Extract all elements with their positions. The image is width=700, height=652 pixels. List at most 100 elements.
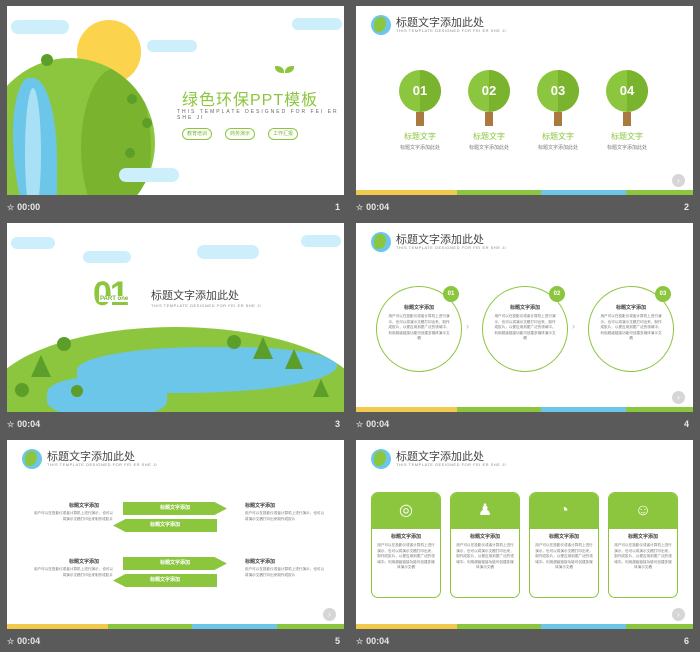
tree-trunk bbox=[416, 112, 424, 126]
card-desc: 用户可以在投影仪或者计算机上进行演示，也可以将演示文稿打印出来，制作成胶片，以便… bbox=[614, 543, 672, 569]
feature-card-3: ◔ 标题文字添加 用户可以在投影仪或者计算机上进行演示，也可以将演示文稿打印出来… bbox=[529, 492, 599, 598]
target-icon: ◎ bbox=[399, 502, 413, 519]
tree-item-1: 01 bbox=[399, 70, 441, 126]
cloud bbox=[147, 40, 197, 52]
section-title: 标题文字添加此处 bbox=[151, 290, 239, 302]
slide-header-subtitle: THIS TEMPLATE DESIGNED FOR FEI ER SHE JI bbox=[396, 245, 507, 250]
slide-meta: ☆ 00:04 4 bbox=[356, 419, 693, 433]
tree-icon bbox=[71, 385, 83, 397]
cloud bbox=[11, 20, 69, 34]
circle-item-1: 01 标题文字添加 用户可以在投影仪或者计算机上进行演示，也可以将演示文稿打印出… bbox=[376, 286, 462, 372]
tree-icon bbox=[125, 148, 135, 158]
circle-item-title: 标题文字添加 bbox=[509, 305, 540, 311]
next-slide-button[interactable]: › bbox=[672, 391, 685, 404]
tree-trunk bbox=[554, 112, 562, 126]
slide-thumbnail-5[interactable]: 标题文字添加此处 THIS TEMPLATE DESIGNED FOR FEI … bbox=[7, 440, 344, 652]
arrow-right-banner: 标题文字添加 bbox=[123, 502, 227, 515]
slide-6-canvas: 标题文字添加此处 THIS TEMPLATE DESIGNED FOR FEI … bbox=[356, 440, 693, 629]
item-title: 标题文字添加 bbox=[245, 559, 276, 565]
color-bar bbox=[356, 190, 693, 195]
tree-item-title: 标题文字 bbox=[542, 132, 574, 141]
next-slide-button[interactable]: › bbox=[672, 608, 685, 621]
circle-item-desc: 用户可以在投影仪或者计算机上进行演示，也可以将演示文稿打印出来，制作成胶片，以便… bbox=[600, 314, 662, 340]
feature-card-2: ♟ 标题文字添加 用户可以在投影仪或者计算机上进行演示，也可以将演示文稿打印出来… bbox=[450, 492, 520, 598]
arrow-right-banner: 标题文字添加 bbox=[123, 557, 227, 570]
tree-crown: 02 bbox=[468, 70, 510, 112]
slide-meta: ☆ 00:04 5 bbox=[7, 636, 344, 650]
next-slide-button[interactable]: › bbox=[672, 174, 685, 187]
transition-time: ☆ 00:04 bbox=[7, 636, 41, 646]
section-part-label: PART one bbox=[99, 296, 130, 302]
tree-icon bbox=[41, 54, 53, 66]
tree-item-2: 02 bbox=[468, 70, 510, 126]
presentation-title: 绿色环保PPT模板 bbox=[182, 92, 319, 109]
item-number-badge: 02 bbox=[549, 286, 565, 302]
slide-number: 4 bbox=[683, 419, 689, 429]
slide-number: 5 bbox=[334, 636, 340, 646]
pine-tree-icon bbox=[313, 379, 329, 397]
slide-thumbnail-4[interactable]: 标题文字添加此处 THIS TEMPLATE DESIGNED FOR FEI … bbox=[356, 223, 693, 435]
arrow-left-banner: 标题文字添加 bbox=[113, 519, 217, 532]
tree-item-title: 标题文字 bbox=[611, 132, 643, 141]
card-desc: 用户可以在投影仪或者计算机上进行演示，也可以将演示文稿打印出来，制作成胶片，以便… bbox=[535, 543, 593, 569]
cloud bbox=[83, 251, 131, 263]
card-title: 标题文字添加 bbox=[469, 534, 500, 540]
feature-card-1: ◎ 标题文字添加 用户可以在投影仪或者计算机上进行演示，也可以将演示文稿打印出来… bbox=[371, 492, 441, 598]
tag-report: 工作汇报 bbox=[268, 128, 299, 140]
color-bar bbox=[7, 624, 344, 629]
tree-item-desc: 标题文字添加此处 bbox=[606, 145, 647, 151]
tag-business: 商务演示 bbox=[225, 128, 256, 140]
timer-icon: ☆ bbox=[7, 637, 15, 646]
transition-time: ☆ 00:04 bbox=[356, 636, 390, 646]
slide-thumbnail-6[interactable]: 标题文字添加此处 THIS TEMPLATE DESIGNED FOR FEI … bbox=[356, 440, 693, 652]
chevron-right-icon: › bbox=[466, 321, 469, 331]
cloud bbox=[292, 18, 342, 30]
circle-item-3: 03 标题文字添加 用户可以在投影仪或者计算机上进行演示，也可以将演示文稿打印出… bbox=[588, 286, 674, 372]
tag-education: 教育培训 bbox=[182, 128, 213, 140]
presenter-icon: ☺ bbox=[634, 502, 652, 519]
slide-meta: ☆ 00:04 3 bbox=[7, 419, 344, 433]
slide-header-subtitle: THIS TEMPLATE DESIGNED FOR FEI ER SHE JI bbox=[47, 462, 158, 467]
card-header: ♟ bbox=[451, 493, 519, 529]
slide-thumbnail-2[interactable]: 标题文字添加此处 THIS TEMPLATE DESIGNED FOR FEI … bbox=[356, 6, 693, 218]
slide-4-canvas: 标题文字添加此处 THIS TEMPLATE DESIGNED FOR FEI … bbox=[356, 223, 693, 412]
slide-number: 3 bbox=[334, 419, 340, 429]
cloud bbox=[119, 168, 179, 182]
globe-icon bbox=[371, 15, 391, 35]
circle-item-title: 标题文字添加 bbox=[403, 305, 434, 311]
slide-meta: ☆ 00:00 1 bbox=[7, 202, 344, 216]
item-title: 标题文字添加 bbox=[245, 503, 276, 509]
item-desc: 用户可以在投影仪或者计算机上进行演示，也可以将演示文稿打印出来制作成胶片 bbox=[245, 567, 325, 577]
slide-meta: ☆ 00:04 6 bbox=[356, 636, 693, 650]
circle-item-desc: 用户可以在投影仪或者计算机上进行演示，也可以将演示文稿打印出来，制作成胶片，以便… bbox=[388, 314, 450, 340]
tree-icon bbox=[142, 118, 152, 128]
color-bar bbox=[356, 624, 693, 629]
feature-card-4: ☺ 标题文字添加 用户可以在投影仪或者计算机上进行演示，也可以将演示文稿打印出来… bbox=[608, 492, 678, 598]
item-title: 标题文字添加 bbox=[69, 559, 100, 565]
leaf-icon bbox=[275, 66, 295, 74]
cloud bbox=[197, 245, 259, 259]
card-header: ◎ bbox=[372, 493, 440, 529]
section-subtitle: THIS TEMPLATE DESIGNED FOR FEI ER SHE JI bbox=[151, 303, 262, 308]
timer-icon: ☆ bbox=[356, 420, 364, 429]
slide-thumbnail-3[interactable]: 01 PART one 标题文字添加此处 THIS TEMPLATE DESIG… bbox=[7, 223, 344, 435]
cloud bbox=[301, 235, 341, 247]
slide-number: 6 bbox=[683, 636, 689, 646]
tree-crown: 03 bbox=[537, 70, 579, 112]
tree-crown: 01 bbox=[399, 70, 441, 112]
next-slide-button[interactable]: › bbox=[323, 608, 336, 621]
tree-icon bbox=[15, 383, 29, 397]
globe-icon bbox=[22, 449, 42, 469]
tree-trunk bbox=[485, 112, 493, 126]
tree-item-4: 04 bbox=[606, 70, 648, 126]
slide-number: 1 bbox=[334, 202, 340, 212]
team-icon: ♟ bbox=[477, 502, 493, 519]
pine-tree-icon bbox=[31, 355, 51, 377]
chevron-right-icon: › bbox=[572, 321, 575, 331]
card-header: ◔ bbox=[530, 493, 598, 529]
slide-3-canvas: 01 PART one 标题文字添加此处 THIS TEMPLATE DESIG… bbox=[7, 223, 344, 412]
presentation-subtitle: THIS TEMPLATE DESIGNED FOR FEI ER SHE JI bbox=[177, 109, 339, 121]
slide-thumbnail-1[interactable]: 绿色环保PPT模板 THIS TEMPLATE DESIGNED FOR FEI… bbox=[7, 6, 344, 218]
timer-icon: ☆ bbox=[356, 203, 364, 212]
pie-chart-icon: ◔ bbox=[559, 502, 569, 519]
